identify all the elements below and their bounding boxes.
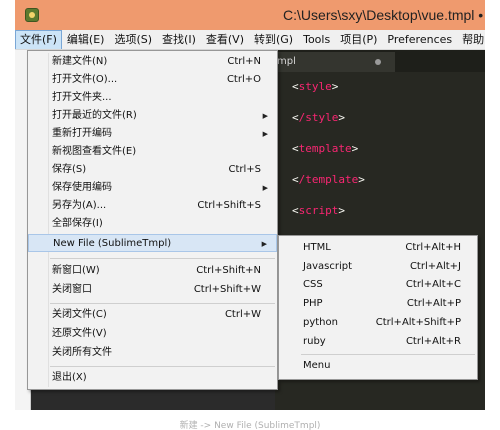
submenu-item-javascript[interactable]: Javascript Ctrl+Alt+J	[279, 258, 477, 276]
submenu-arrow-icon: ▶	[261, 240, 267, 248]
submenu-arrow-icon: ▶	[262, 112, 268, 120]
code-line: </template>	[292, 173, 365, 186]
menu-help[interactable]: 帮助(H)	[457, 30, 485, 49]
sublimetmpl-submenu: HTML Ctrl+Alt+H Javascript Ctrl+Alt+J CSS C…	[278, 235, 478, 380]
submenu-item-html[interactable]: HTML Ctrl+Alt+H	[279, 239, 477, 257]
editor-tab-label: mpl	[277, 56, 296, 67]
menu-edit[interactable]: 编辑(E)	[62, 30, 110, 49]
editor-tab[interactable]: mpl	[275, 52, 395, 72]
menu-item-close-file[interactable]: 关闭文件(C) Ctrl+W	[28, 306, 277, 324]
menu-item-new-file[interactable]: 新建文件(N) Ctrl+N	[28, 53, 277, 71]
menu-separator	[301, 354, 475, 355]
submenu-arrow-icon: ▶	[262, 184, 268, 192]
menu-item-new-view[interactable]: 新视图查看文件(E)	[28, 143, 277, 161]
menu-project[interactable]: 项目(P)	[335, 30, 382, 49]
menu-item-exit[interactable]: 退出(X)	[28, 369, 277, 387]
code-line: <script>	[292, 204, 345, 217]
code-line: <style>	[292, 80, 339, 93]
editor-tab-bar: mpl	[275, 50, 485, 72]
menu-preferences[interactable]: Preferences	[382, 30, 457, 49]
submenu-item-ruby[interactable]: ruby Ctrl+Alt+R	[279, 333, 477, 351]
menu-item-open-folder[interactable]: 打开文件夹...	[28, 89, 277, 107]
code-line: <template>	[292, 142, 359, 155]
menu-file[interactable]: 文件(F)	[15, 30, 62, 49]
menu-item-save-all[interactable]: 全部保存(I)	[28, 215, 277, 233]
menu-separator	[50, 366, 275, 367]
menu-item-save-as[interactable]: 另存为(A)... Ctrl+Shift+S	[28, 197, 277, 215]
window-title: C:\Users\sxy\Desktop\vue.tmpl • - S	[283, 7, 485, 23]
title-bar: C:\Users\sxy\Desktop\vue.tmpl • - S	[15, 0, 485, 30]
menu-bar: 文件(F) 编辑(E) 选项(S) 查找(I) 查看(V) 转到(G) Tools 项目(P)…	[15, 30, 485, 50]
menu-options[interactable]: 选项(S)	[109, 30, 157, 49]
submenu-item-menu[interactable]: Menu	[279, 357, 477, 375]
menu-item-new-window[interactable]: 新窗口(W) Ctrl+Shift+N	[28, 262, 277, 280]
submenu-item-css[interactable]: CSS Ctrl+Alt+C	[279, 276, 477, 294]
menu-item-reopen-encoding[interactable]: 重新打开编码 ▶	[28, 125, 277, 143]
menu-separator	[50, 258, 275, 259]
menu-tools[interactable]: Tools	[298, 30, 335, 49]
image-caption: 新建 -> New File (SublimeTmpl)	[179, 421, 321, 430]
sublime-app-icon[interactable]	[25, 8, 39, 22]
menu-item-save[interactable]: 保存(S) Ctrl+S	[28, 161, 277, 179]
menu-view[interactable]: 查看(V)	[201, 30, 249, 49]
menu-item-close-window[interactable]: 关闭窗口 Ctrl+Shift+W	[28, 281, 277, 299]
menu-item-close-all-files[interactable]: 关闭所有文件	[28, 344, 277, 362]
menu-item-revert-file[interactable]: 还原文件(V)	[28, 325, 277, 343]
menu-find[interactable]: 查找(I)	[157, 30, 201, 49]
menu-goto[interactable]: 转到(G)	[249, 30, 298, 49]
submenu-item-python[interactable]: python Ctrl+Alt+Shift+P	[279, 314, 477, 332]
unsaved-dot-icon[interactable]	[375, 59, 381, 65]
menu-item-open-recent[interactable]: 打开最近的文件(R) ▶	[28, 107, 277, 125]
code-line: </style>	[292, 111, 345, 124]
submenu-arrow-icon: ▶	[262, 130, 268, 138]
menu-item-save-with-encoding[interactable]: 保存使用编码 ▶	[28, 179, 277, 197]
file-menu-dropdown: 新建文件(N) Ctrl+N 打开文件(O)... Ctrl+O 打开文件夹... …	[27, 50, 278, 390]
submenu-item-php[interactable]: PHP Ctrl+Alt+P	[279, 295, 477, 313]
menu-separator	[50, 303, 275, 304]
menu-item-new-file-sublimetmpl[interactable]: New File (SublimeTmpl) ▶	[28, 234, 277, 252]
menu-item-open-file[interactable]: 打开文件(O)... Ctrl+O	[28, 71, 277, 89]
